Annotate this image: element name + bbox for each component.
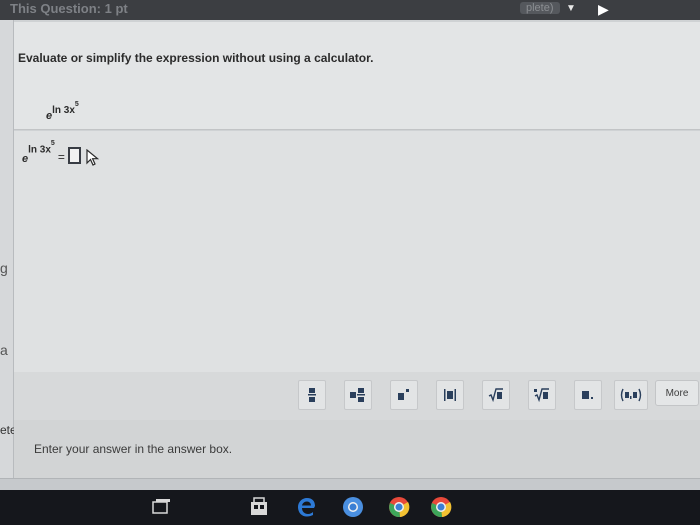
next-arrow-icon[interactable]: ▶ [598,1,609,18]
decimal-button[interactable] [574,380,602,410]
mouse-pointer-icon [86,149,100,166]
expression-power: 5 [74,100,79,108]
ordered-pair-button[interactable] [614,380,648,410]
answer-work-area[interactable] [14,131,700,374]
hint-bar: Enter your answer in the answer box. [14,420,700,478]
square-root-button[interactable] [482,380,510,410]
question-expression: eln 3x5 [46,101,79,124]
answer-power: 5 [50,140,55,147]
chrome-icon[interactable] [430,496,452,518]
chevron-down-icon[interactable]: ▼ [566,3,576,14]
equals-sign: = [57,150,65,164]
math-toolbar: More [14,372,700,420]
expression-exponent: ln 3x [52,105,75,116]
answer-input-box[interactable] [67,147,81,164]
more-button[interactable]: More [655,380,699,406]
store-icon[interactable] [248,496,270,518]
chrome-icon[interactable] [342,496,364,518]
answer-exponent: ln 3x [28,144,51,156]
bottom-strip [0,478,700,490]
nth-root-button[interactable] [528,380,556,410]
taskbar [0,490,700,525]
question-instruction: Evaluate or simplify the expression with… [18,51,374,65]
header-bar: This Question: 1 pt plete) ▼ ▶ [0,0,700,20]
hint-text: Enter your answer in the answer box. [34,442,233,456]
absolute-value-button[interactable] [436,380,464,410]
header-title: This Question: 1 pt [10,1,128,16]
left-fragment: g [0,260,8,276]
mixed-number-button[interactable] [344,380,372,410]
task-view-icon[interactable] [150,496,172,518]
left-edge: g a [0,20,14,480]
question-panel [14,22,700,130]
fraction-button[interactable] [298,380,326,410]
edge-icon[interactable] [296,496,318,518]
chrome-icon[interactable] [388,496,410,518]
save-status[interactable]: plete) [520,2,560,14]
answer-line: e ln 3x5 = [22,140,100,173]
left-fragment: a [0,342,8,358]
exponent-button[interactable] [390,380,418,410]
